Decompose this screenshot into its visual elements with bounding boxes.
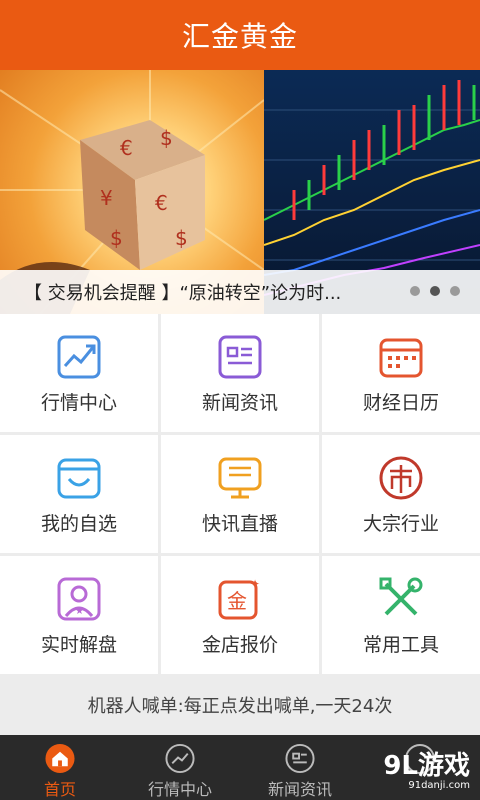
site-watermark: 9L游戏 91danji.com (383, 745, 470, 791)
svg-text:€: € (155, 191, 168, 215)
app-title: 汇金黄金 (181, 20, 298, 53)
svg-text:★: ★ (75, 606, 84, 617)
banner-caption[interactable]: 【 交易机会提醒 】“原油转空”论为时... (24, 279, 341, 305)
grid-item-gold-shop-price[interactable]: 金 ✦ 金店报价 (161, 556, 319, 674)
svg-text:$: $ (160, 126, 173, 150)
grid-item-my-favorites[interactable]: 我的自选 (0, 435, 158, 553)
grid-item-label: 快讯直播 (201, 513, 278, 535)
grid-item-calendar[interactable]: 财经日历 (322, 314, 480, 432)
tab-label: 首页 (43, 780, 76, 799)
trend-chart-icon (57, 335, 101, 379)
banner-caption-bar[interactable]: 【 交易机会提醒 】“原油转空”论为时... (0, 270, 480, 314)
home-icon (45, 743, 75, 774)
grid-item-label: 实时解盘 (40, 634, 117, 656)
gold-shop-icon: 金 ✦ (218, 577, 260, 620)
watermark-main: 9L游戏 (383, 751, 470, 781)
feature-grid: 行情中心 新闻资讯 财经日历 我的自选 快讯直播 大宗行业 ★ 实时解盘 金 ✦… (0, 314, 480, 674)
bottom-tab-bar: 首页 行情中心 新闻资讯 9L游戏 91danji.com (0, 735, 480, 800)
market-stamp-icon (379, 456, 423, 500)
grid-item-label: 我的自选 (40, 513, 117, 535)
grid-item-label: 新闻资讯 (201, 392, 278, 414)
svg-text:✦: ✦ (250, 577, 260, 591)
user-star-icon: ★ (57, 577, 101, 621)
grid-item-commodities[interactable]: 大宗行业 (322, 435, 480, 553)
calendar-icon (379, 338, 423, 378)
tab-news[interactable]: 新闻资讯 (240, 735, 360, 800)
trend-icon (165, 743, 195, 774)
grid-item-label: 金店报价 (201, 634, 278, 656)
svg-text:$: $ (175, 226, 188, 250)
grid-item-market-center[interactable]: 行情中心 (0, 314, 158, 432)
grid-item-label: 大宗行业 (362, 513, 439, 535)
robot-call-notice[interactable]: 机器人喊单:每正点发出喊单,一天24次 (0, 675, 480, 735)
grid-item-live-news[interactable]: 快讯直播 (161, 435, 319, 553)
carousel-dot[interactable] (450, 286, 460, 296)
news-icon (285, 743, 315, 774)
favorites-box-icon (57, 458, 101, 499)
grid-item-label: 财经日历 (362, 392, 439, 414)
grid-item-label: 行情中心 (40, 392, 117, 414)
tools-icon (379, 577, 423, 616)
tab-label: 行情中心 (147, 780, 212, 799)
grid-item-tools[interactable]: 常用工具 (322, 556, 480, 674)
grid-item-news[interactable]: 新闻资讯 (161, 314, 319, 432)
svg-text:€: € (120, 136, 133, 160)
news-icon (218, 335, 262, 379)
carousel-dots (410, 286, 460, 296)
svg-text:$: $ (110, 226, 123, 250)
tab-market-center[interactable]: 行情中心 (120, 735, 240, 800)
svg-text:¥: ¥ (100, 186, 113, 210)
carousel-dot-active[interactable] (430, 286, 440, 296)
banner-carousel[interactable]: ¥ $ € $ € $ 【 交易机会提醒 】“原油转空”论为时... (0, 70, 480, 314)
carousel-dot[interactable] (410, 286, 420, 296)
tab-label: 新闻资讯 (267, 780, 332, 799)
grid-item-live-analysis[interactable]: ★ 实时解盘 (0, 556, 158, 674)
svg-text:金: 金 (227, 589, 247, 613)
notice-text: 机器人喊单:每正点发出喊单,一天24次 (87, 696, 393, 717)
live-board-icon (218, 457, 262, 499)
tab-home[interactable]: 首页 (0, 735, 120, 800)
grid-item-label: 常用工具 (362, 634, 439, 656)
watermark-sub: 91danji.com (408, 780, 470, 791)
app-header: 汇金黄金 (0, 0, 480, 70)
